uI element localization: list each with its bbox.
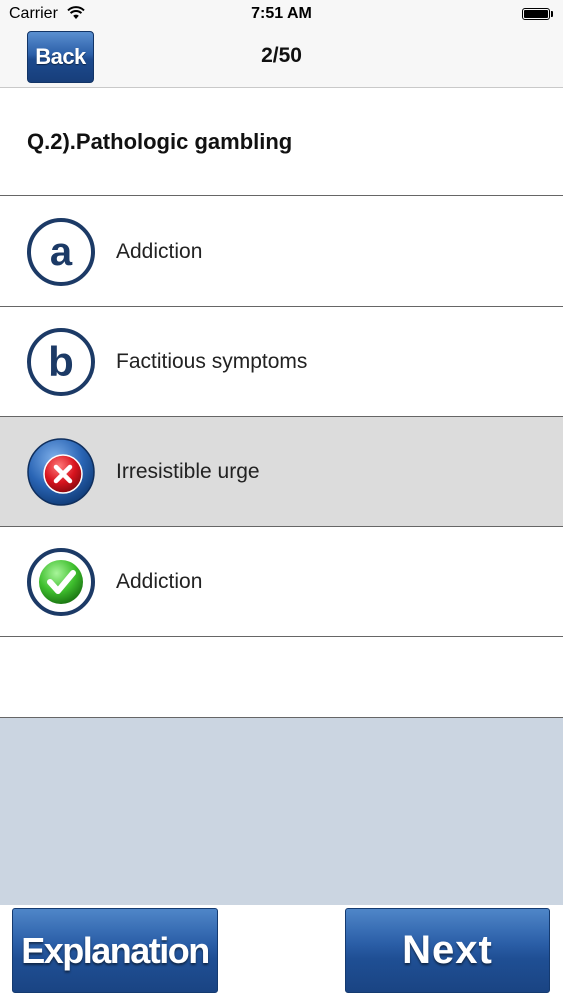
correct-answer-icon xyxy=(27,548,95,616)
clock: 7:51 AM xyxy=(251,5,312,22)
option-a[interactable]: a Addiction xyxy=(0,197,563,307)
question-panel: Q.2).Pathologic gambling xyxy=(0,88,563,196)
option-label: Addiction xyxy=(116,240,203,263)
explanation-button[interactable]: Explanation xyxy=(12,908,218,993)
question-progress: 2/50 xyxy=(261,44,302,67)
letter-b-circle-icon: b xyxy=(27,328,95,396)
next-button[interactable]: Next xyxy=(345,908,550,993)
option-label: Irresistible urge xyxy=(116,460,260,483)
battery-icon xyxy=(522,8,550,20)
question-text: Q.2).Pathologic gambling xyxy=(27,129,293,154)
svg-text:a: a xyxy=(50,230,73,274)
option-label: Factitious symptoms xyxy=(116,350,308,373)
wrong-answer-icon xyxy=(27,438,95,506)
battery-tip xyxy=(551,11,553,17)
bottom-toolbar: Explanation Next xyxy=(0,905,563,1000)
option-c-selected[interactable]: Irresistible urge xyxy=(0,417,563,527)
spacer-area xyxy=(0,637,563,718)
option-label: Addiction xyxy=(116,570,203,593)
status-bar: Carrier 7:51 AM xyxy=(0,0,563,28)
content-footer-area xyxy=(0,718,563,905)
letter-a-circle-icon: a xyxy=(27,218,95,286)
option-b[interactable]: b Factitious symptoms xyxy=(0,307,563,417)
navigation-bar: Back 2/50 xyxy=(0,28,563,88)
svg-text:b: b xyxy=(48,338,74,385)
option-d-correct[interactable]: Addiction xyxy=(0,527,563,637)
